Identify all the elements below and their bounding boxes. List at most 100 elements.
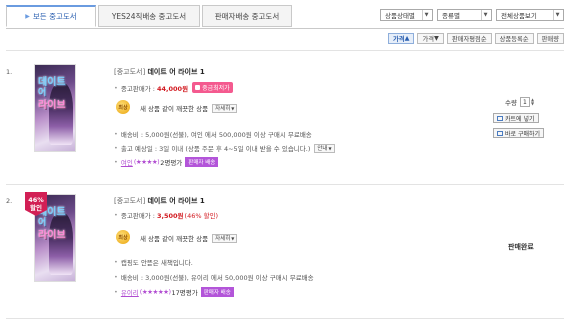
sort-registered-button[interactable]: 상품등록순 (494, 33, 534, 44)
sort-label: 상품등록순 (499, 36, 529, 43)
sort-label: 판매량 (541, 36, 559, 43)
add-to-cart-button[interactable]: 카트에 넣기 (493, 113, 539, 123)
tag-icon (195, 85, 201, 90)
bullet-icon: • (114, 144, 118, 152)
sort-price-asc-button[interactable]: 가격 ▲ (388, 33, 415, 44)
condition-text: 새 상품 같이 깨끗한 상품 (140, 235, 209, 243)
detail-button[interactable]: 자세히 ▼ (212, 233, 238, 243)
review-count: 17명평가 (171, 289, 198, 297)
bullet-icon: • (114, 158, 118, 166)
shipping-text: 배송비 : 5,000원(선불), 여인 에서 500,000원 이상 구매시 … (120, 131, 312, 139)
discount-word: 할인 (30, 204, 42, 212)
filter-selects: 상품상태별 ▼ 종류별 ▼ 전체상품보기 ▼ (380, 9, 564, 21)
quantity-stepper: 수량 1 ▲ ▼ (505, 97, 534, 107)
tab-underline (6, 28, 564, 29)
shipping-line: • 배송비 : 3,000원(선불), 유이리 에서 50,000원 이상 구매… (114, 272, 314, 282)
seller-name-link[interactable]: 여인 (121, 157, 133, 167)
sort-price-desc-button[interactable]: 가격 ▼ (417, 33, 444, 44)
select-value: 종류별 (442, 12, 460, 20)
seller-delivery-badge: 판매자 배송 (200, 287, 234, 297)
quantity-input[interactable]: 1 (519, 97, 530, 107)
bullet-icon: • (114, 288, 118, 296)
sold-out-label: 판매완료 (508, 243, 534, 251)
cover-title: 라이브 (38, 230, 66, 241)
price-label: 중고판매가 : (120, 212, 155, 220)
button-label: 자세히 (215, 106, 231, 112)
sort-label: 가격 (422, 36, 435, 43)
quantity-label: 수량 (505, 99, 517, 107)
badge-label: 중금최저가 (202, 85, 230, 92)
seller-line: • 유이리 (★★★★★) 17명평가 판매자 배송 (114, 287, 234, 297)
select-value: 상품상태별 (385, 12, 415, 20)
release-text: 출고 예상일 : 3일 이내 (상품 주문 후 4~5일 이내 받을 수 있습니… (120, 145, 311, 153)
price-line: • 중고판매가 : 44,000원 중금최저가 (114, 82, 233, 93)
tab-bar: ▶ 보든 중고도서 YES24직배송 중고도서 판매자배송 중고도서 (6, 5, 296, 29)
product-title[interactable]: [중고도서] 데이트 어 라이브 1 (114, 196, 205, 206)
tab-all-used-books[interactable]: ▶ 보든 중고도서 (6, 5, 96, 27)
sort-label: 가격 (393, 36, 405, 43)
triangle-right-icon: ▶ (25, 13, 30, 20)
cover-illustration (49, 83, 73, 145)
seller-rating: (★★★★★) (139, 288, 171, 296)
shipping-line: • 배송비 : 5,000원(선불), 여인 에서 500,000원 이상 구매… (114, 129, 312, 139)
price-value: 44,000원 (157, 84, 189, 93)
chevron-down-icon: ▼ (328, 145, 332, 151)
tab-yes24-direct[interactable]: YES24직배송 중고도서 (98, 5, 200, 27)
item-index: 1. (6, 68, 13, 76)
product-tag: [중고도서] (114, 68, 146, 76)
grade-badge: 최상 (116, 100, 130, 114)
note-text: 캡핑도 안뜯은 새책입니다. (120, 259, 193, 267)
button-label: 카트에 넣기 (505, 115, 535, 123)
divider (6, 184, 564, 185)
bullet-icon: • (114, 273, 118, 281)
condition-filter-select[interactable]: 상품상태별 ▼ (380, 9, 433, 21)
chevron-down-icon: ▼ (422, 10, 430, 20)
buy-now-button[interactable]: 바로 구매하기 (493, 128, 545, 138)
release-info-button[interactable]: 안내 ▼ (314, 143, 335, 153)
tab-seller-delivery[interactable]: 판매자배송 중고도서 (202, 5, 292, 27)
arrow-down-icon[interactable]: ▼ (531, 102, 534, 106)
product-name: 데이트 어 라이브 1 (147, 68, 205, 76)
sort-bar: 가격 ▲ 가격 ▼ 판매자평점순 상품등록순 판매량 (388, 33, 564, 44)
card-icon (497, 130, 503, 136)
condition-text: 새 상품 같이 깨끗한 상품 (140, 105, 209, 113)
condition-line: 새 상품 같이 깨끗한 상품 자세히 ▼ (140, 233, 238, 243)
chevron-down-icon: ▼ (553, 10, 561, 20)
product-tag: [중고도서] (114, 197, 146, 205)
bullet-icon: • (114, 258, 118, 266)
cover-illustration (49, 213, 73, 275)
arrow-up-icon: ▲ (404, 35, 410, 42)
release-line: • 출고 예상일 : 3일 이내 (상품 주문 후 4~5일 이내 받을 수 있… (114, 143, 335, 153)
arrow-down-icon: ▼ (434, 35, 439, 42)
chevron-down-icon: ▼ (231, 105, 235, 111)
sort-label: 판매자평점순 (451, 36, 487, 43)
review-count: 2명평가 (160, 159, 183, 167)
tab-label: 판매자배송 중고도서 (214, 11, 280, 21)
stepper-arrows[interactable]: ▲ ▼ (531, 98, 534, 106)
product-title[interactable]: [중고도서] 데이트 어 라이브 1 (114, 67, 205, 77)
lowest-price-badge: 중금최저가 (192, 82, 233, 93)
view-filter-select[interactable]: 전체상품보기 ▼ (496, 9, 564, 21)
type-filter-select[interactable]: 종류별 ▼ (437, 9, 492, 21)
condition-line: 새 상품 같이 깨끗한 상품 자세히 ▼ (140, 103, 238, 113)
note-line: • 캡핑도 안뜯은 새책입니다. (114, 257, 193, 267)
sort-seller-rating-button[interactable]: 판매자평점순 (446, 33, 492, 44)
tab-label: YES24직배송 중고도서 (111, 11, 187, 21)
seller-rating: (★★★★) (133, 158, 160, 166)
item-index: 2. (6, 197, 13, 205)
select-value: 전체상품보기 (501, 12, 537, 20)
book-cover[interactable]: 데이트 어 라이브 (34, 64, 76, 152)
product-name: 데이트 어 라이브 1 (147, 197, 205, 205)
detail-button[interactable]: 자세히 ▼ (212, 103, 238, 113)
shipping-text: 배송비 : 3,000원(선불), 유이리 에서 50,000원 이상 구매시 … (120, 274, 314, 282)
button-label: 안내 (317, 146, 328, 152)
price-label: 중고판매가 : (120, 84, 155, 93)
sort-sales-button[interactable]: 판매량 (536, 33, 564, 44)
seller-line: • 여인 (★★★★) 2명평가 판매자 배송 (114, 157, 219, 167)
button-label: 바로 구매하기 (505, 130, 541, 138)
seller-name-link[interactable]: 유이리 (121, 287, 139, 297)
divider (6, 318, 564, 319)
discount-text: (46% 할인) (184, 212, 219, 220)
seller-delivery-badge: 판매자 배송 (185, 157, 219, 167)
bullet-icon: • (114, 211, 118, 219)
